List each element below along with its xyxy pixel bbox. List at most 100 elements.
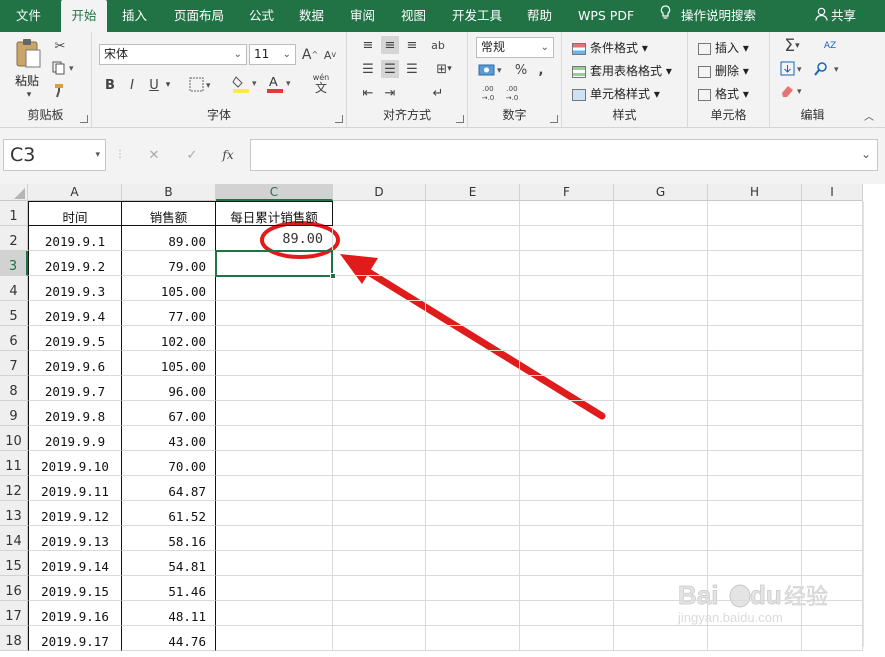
cell[interactable] — [426, 401, 520, 426]
table-cell[interactable] — [216, 351, 333, 376]
find-select-icon[interactable]: ▾ — [814, 60, 844, 78]
tab-file[interactable]: 文件 — [16, 0, 44, 32]
cell[interactable] — [708, 301, 802, 326]
row-header-9[interactable]: 9 — [0, 401, 28, 426]
row-header-4[interactable]: 4 — [0, 276, 28, 301]
cell[interactable] — [520, 626, 614, 651]
insert-function-button[interactable]: fx — [217, 145, 239, 165]
cell[interactable] — [520, 376, 614, 401]
cell[interactable] — [614, 351, 708, 376]
align-left-icon[interactable]: ☰ — [359, 60, 377, 78]
cell[interactable] — [426, 276, 520, 301]
cell[interactable] — [802, 351, 863, 376]
table-cell[interactable] — [216, 551, 333, 576]
cell[interactable] — [708, 551, 802, 576]
format-painter-icon[interactable] — [52, 82, 68, 98]
cell[interactable] — [426, 451, 520, 476]
tab-insert[interactable]: 插入 — [122, 0, 152, 32]
copy-icon[interactable]: ▾ — [52, 60, 78, 76]
formula-input[interactable]: ⌄ — [250, 139, 878, 171]
table-cell[interactable]: 2019.9.9 — [28, 426, 122, 451]
table-cell[interactable]: 2019.9.8 — [28, 401, 122, 426]
decrease-indent-icon[interactable]: ⇤ — [359, 84, 377, 102]
table-cell[interactable]: 2019.9.6 — [28, 351, 122, 376]
merge-center-icon[interactable]: ⊞ ▾ — [429, 60, 459, 78]
tab-home[interactable]: 开始 — [61, 0, 107, 32]
tab-wps-pdf[interactable]: WPS PDF — [578, 0, 638, 32]
row-header-15[interactable]: 15 — [0, 551, 28, 576]
cell[interactable] — [614, 326, 708, 351]
font-color-icon[interactable]: A ▾ — [266, 74, 294, 94]
cell[interactable] — [333, 426, 426, 451]
row-header-14[interactable]: 14 — [0, 526, 28, 551]
cell[interactable] — [802, 576, 863, 601]
cell[interactable] — [802, 476, 863, 501]
table-cell[interactable] — [216, 326, 333, 351]
cell[interactable] — [520, 426, 614, 451]
row-header-8[interactable]: 8 — [0, 376, 28, 401]
cell[interactable] — [802, 276, 863, 301]
cell[interactable] — [333, 526, 426, 551]
row-header-18[interactable]: 18 — [0, 626, 28, 651]
conditional-formatting-button[interactable]: 条件格式 ▾ — [572, 39, 648, 56]
cell[interactable] — [708, 351, 802, 376]
align-bottom-icon[interactable]: ≡ — [403, 36, 421, 54]
shrink-font-icon[interactable]: Av — [322, 46, 338, 64]
cell[interactable] — [614, 226, 708, 251]
cell[interactable] — [426, 301, 520, 326]
table-cell[interactable]: 2019.9.4 — [28, 301, 122, 326]
align-middle-icon[interactable]: ≡ — [381, 36, 399, 54]
cell[interactable] — [426, 526, 520, 551]
cell[interactable] — [708, 451, 802, 476]
column-header-g[interactable]: G — [614, 184, 708, 201]
cell[interactable] — [802, 626, 863, 651]
cut-icon[interactable]: ✂ — [52, 38, 68, 54]
cell[interactable] — [802, 601, 863, 626]
bold-button[interactable]: B — [102, 76, 118, 94]
increase-indent-icon[interactable]: ⇥ — [381, 84, 399, 102]
cell[interactable] — [520, 201, 614, 226]
cell[interactable] — [333, 476, 426, 501]
cell[interactable] — [520, 276, 614, 301]
cell[interactable] — [426, 351, 520, 376]
cell[interactable] — [520, 601, 614, 626]
cell[interactable] — [426, 226, 520, 251]
cell[interactable] — [333, 226, 426, 251]
cell[interactable] — [802, 451, 863, 476]
increase-decimal-icon[interactable]: .00 →.0 — [478, 83, 498, 105]
clipboard-launcher-icon[interactable] — [80, 115, 88, 123]
column-header-h[interactable]: H — [708, 184, 802, 201]
cell[interactable] — [614, 601, 708, 626]
cell[interactable] — [708, 326, 802, 351]
format-as-table-button[interactable]: 套用表格格式 ▾ — [572, 62, 672, 79]
column-header-d[interactable]: D — [333, 184, 426, 201]
cell[interactable] — [614, 626, 708, 651]
grow-font-icon[interactable]: A ^ — [302, 46, 318, 64]
table-cell[interactable]: 105.00 — [122, 276, 216, 301]
cell[interactable] — [333, 376, 426, 401]
table-cell[interactable] — [216, 526, 333, 551]
table-cell[interactable] — [216, 301, 333, 326]
percent-button[interactable]: % — [514, 61, 528, 79]
cell[interactable] — [426, 376, 520, 401]
cell[interactable] — [520, 501, 614, 526]
cell[interactable] — [614, 301, 708, 326]
table-cell[interactable]: 2019.9.10 — [28, 451, 122, 476]
currency-icon[interactable]: ▾ — [478, 61, 506, 79]
share-button[interactable]: 共享 — [815, 0, 865, 32]
cell[interactable] — [333, 576, 426, 601]
tab-help[interactable]: 帮助 — [527, 0, 555, 32]
fill-color-icon[interactable]: ▾ — [232, 74, 260, 94]
tab-formulas[interactable]: 公式 — [249, 0, 277, 32]
cell[interactable] — [708, 476, 802, 501]
cell[interactable] — [333, 501, 426, 526]
table-cell[interactable]: 105.00 — [122, 351, 216, 376]
column-header-a[interactable]: A — [28, 184, 122, 201]
insert-cells-button[interactable]: 插入 ▾ — [698, 39, 749, 56]
tab-data[interactable]: 数据 — [299, 0, 327, 32]
cell[interactable] — [520, 526, 614, 551]
cell[interactable] — [333, 451, 426, 476]
cell[interactable] — [426, 476, 520, 501]
cell[interactable] — [614, 476, 708, 501]
cell[interactable] — [708, 251, 802, 276]
